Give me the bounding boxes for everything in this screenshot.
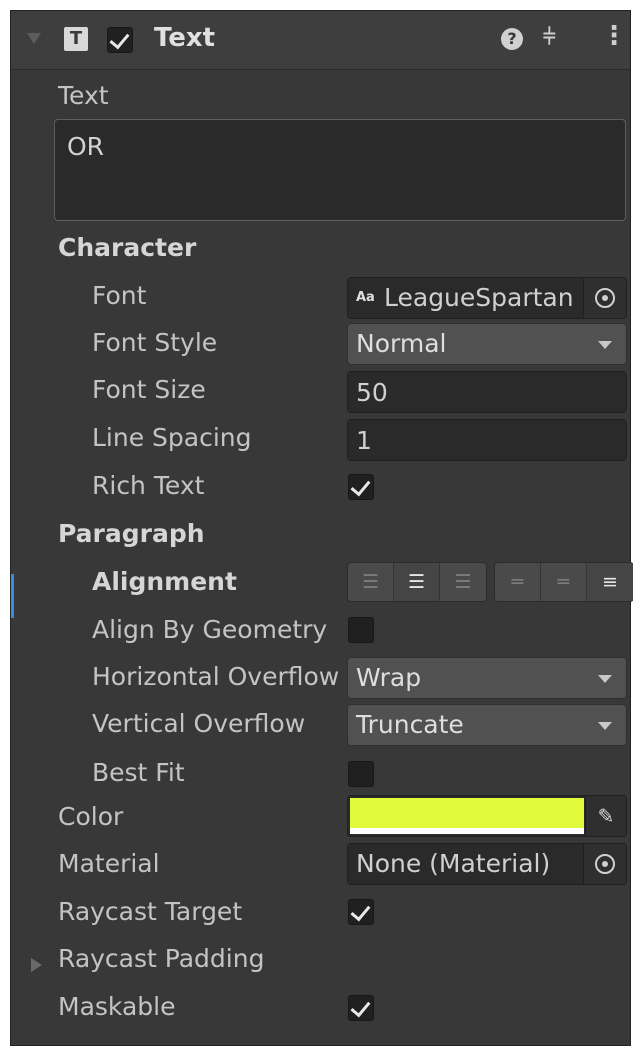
raycast-target-checkbox[interactable]	[348, 899, 374, 925]
raycast-target-label: Raycast Target	[58, 897, 243, 926]
checkmark-icon	[350, 900, 371, 922]
component-enabled-checkbox[interactable]	[107, 27, 133, 53]
color-label: Color	[58, 802, 124, 831]
horizontal-overflow-value: Wrap	[356, 663, 422, 692]
vertical-overflow-label: Vertical Overflow	[92, 709, 306, 738]
line-spacing-input[interactable]: 1	[347, 419, 627, 461]
align-by-geometry-label: Align By Geometry	[92, 615, 328, 644]
color-swatch[interactable]	[350, 798, 584, 828]
font-size-value: 50	[356, 378, 388, 407]
font-size-label: Font Size	[92, 375, 206, 404]
font-asset-icon: Aa	[356, 290, 375, 305]
align-center-button[interactable]: ☰	[394, 563, 440, 601]
horizontal-overflow-label: Horizontal Overflow	[92, 662, 340, 691]
text-input-area[interactable]: OR	[54, 119, 626, 221]
maskable-checkbox[interactable]	[348, 995, 374, 1021]
rich-text-label: Rich Text	[92, 471, 205, 500]
text-value: OR	[67, 132, 105, 161]
color-field[interactable]: ✎	[347, 795, 627, 837]
alpha-bar	[350, 828, 584, 834]
material-object-field[interactable]: None (Material)	[347, 843, 627, 885]
help-icon[interactable]: ?	[501, 28, 523, 50]
text-component-icon: T	[64, 27, 88, 51]
component-header: T Text ? ⫩ ⋮	[11, 11, 630, 70]
maskable-label: Maskable	[58, 992, 176, 1021]
chevron-down-icon	[598, 341, 612, 349]
vertical-overflow-value: Truncate	[356, 710, 464, 739]
font-object-field[interactable]: Aa LeagueSpartan	[347, 277, 627, 319]
line-spacing-label: Line Spacing	[92, 423, 252, 452]
font-label: Font	[92, 281, 147, 310]
font-style-dropdown[interactable]: Normal	[347, 323, 627, 365]
chevron-down-icon	[598, 722, 612, 730]
best-fit-checkbox[interactable]	[348, 761, 374, 787]
chevron-down-icon	[598, 675, 612, 683]
material-value: None (Material)	[356, 849, 551, 878]
alignment-label: Alignment	[92, 567, 237, 596]
horizontal-overflow-dropdown[interactable]: Wrap	[347, 657, 627, 699]
foldout-arrow-icon[interactable]	[27, 33, 41, 44]
object-picker-icon[interactable]	[583, 278, 626, 318]
align-left-button[interactable]: ☰	[348, 563, 394, 601]
font-style-value: Normal	[356, 329, 447, 358]
checkmark-icon	[350, 996, 371, 1018]
material-label: Material	[58, 849, 160, 878]
rich-text-checkbox[interactable]	[348, 474, 374, 500]
checkmark-icon	[350, 475, 371, 497]
component-title: Text	[154, 23, 216, 53]
align-bottom-button[interactable]: ≡	[587, 563, 633, 601]
align-middle-button[interactable]: ═	[541, 563, 587, 601]
line-spacing-value: 1	[356, 426, 372, 455]
text-label: Text	[58, 81, 109, 110]
checkmark-icon	[109, 28, 130, 50]
property-focus-marker	[11, 574, 14, 618]
font-size-input[interactable]: 50	[347, 371, 627, 413]
eyedropper-icon[interactable]: ✎	[585, 796, 626, 836]
raycast-padding-label[interactable]: Raycast Padding	[58, 944, 264, 973]
vertical-alignment-group: ═ ═ ≡	[494, 562, 633, 602]
foldout-arrow-icon[interactable]	[31, 958, 42, 972]
text-component-inspector: T Text ? ⫩ ⋮ Text OR Character Font Aa L…	[10, 10, 633, 1046]
presets-icon[interactable]: ⫩	[543, 25, 556, 50]
vertical-overflow-dropdown[interactable]: Truncate	[347, 704, 627, 746]
align-top-button[interactable]: ═	[495, 563, 541, 601]
font-style-label: Font Style	[92, 328, 218, 357]
font-value: LeagueSpartan	[384, 283, 574, 312]
object-picker-icon[interactable]	[583, 844, 626, 884]
paragraph-section-label: Paragraph	[58, 519, 205, 548]
context-menu-icon[interactable]: ⋮	[601, 21, 627, 51]
align-by-geometry-checkbox[interactable]	[348, 617, 374, 643]
character-section-label: Character	[58, 233, 197, 262]
best-fit-label: Best Fit	[92, 758, 185, 787]
align-right-button[interactable]: ☰	[440, 563, 486, 601]
horizontal-alignment-group: ☰ ☰ ☰	[347, 562, 487, 602]
